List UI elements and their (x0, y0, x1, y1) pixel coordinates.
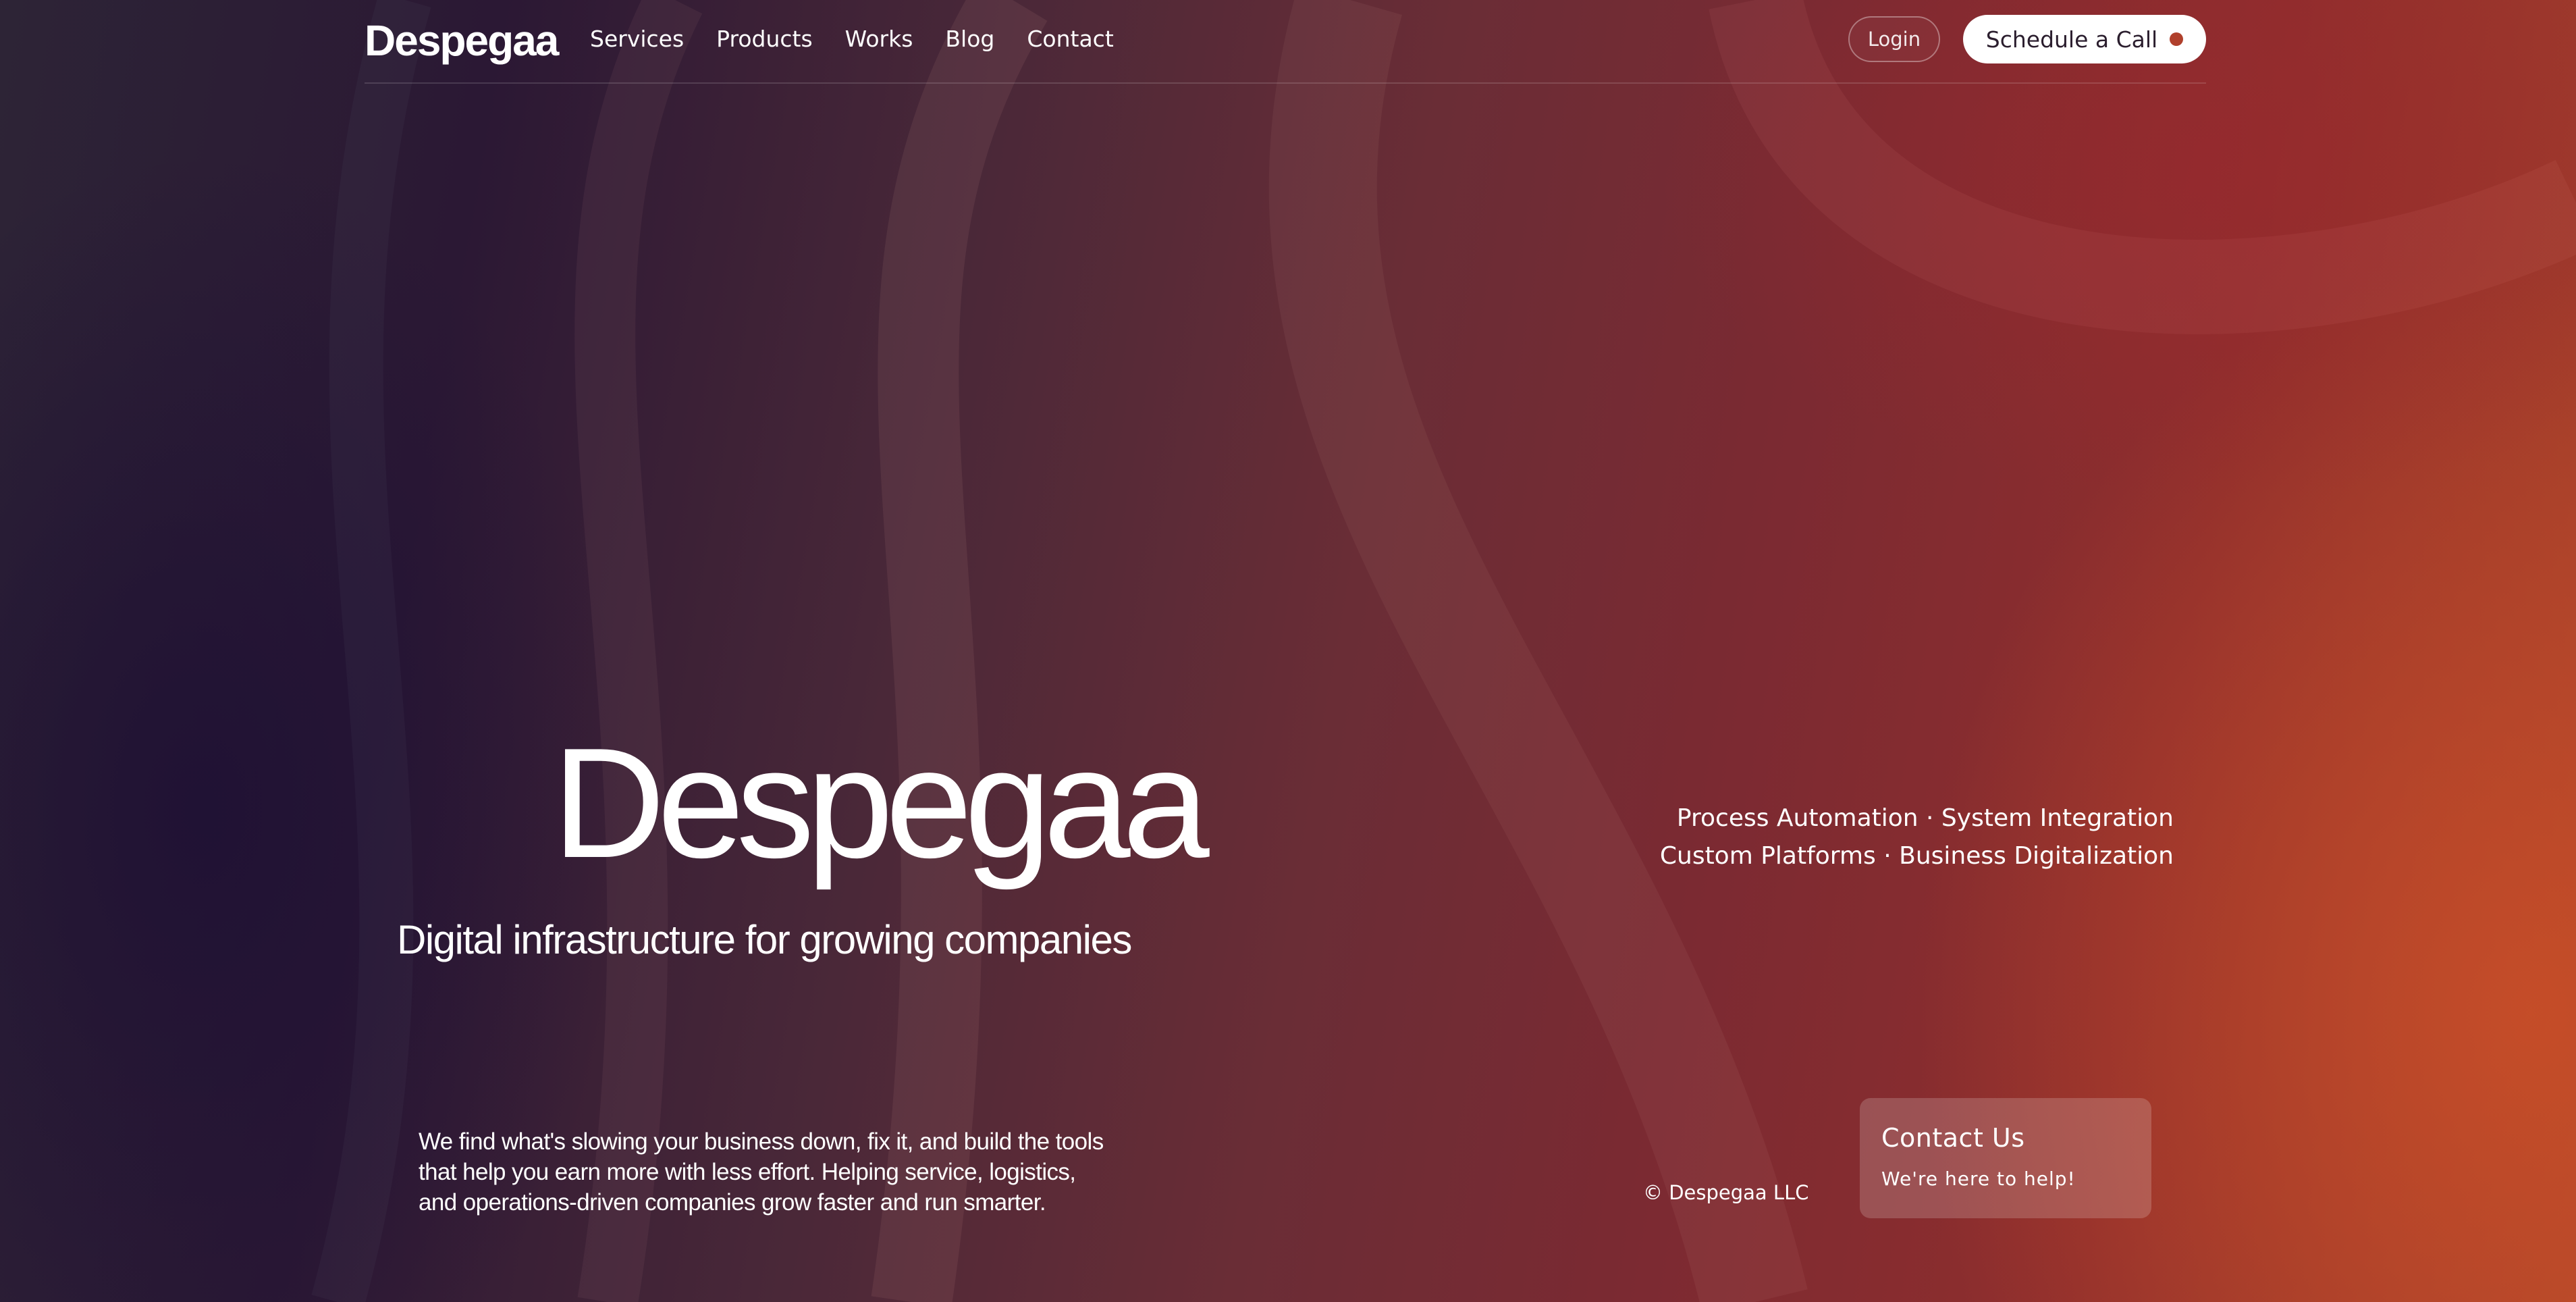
nav-link-services[interactable]: Services (590, 22, 684, 57)
contact-widget-subtitle: We're here to help! (1881, 1168, 2076, 1190)
hero-description: We find what's slowing your business dow… (419, 1126, 1148, 1218)
description-line: We find what's slowing your business dow… (419, 1128, 1104, 1155)
hero-title: Despegaa (552, 716, 1210, 891)
nav-link-products[interactable]: Products (716, 22, 813, 57)
top-navigation: Despegaa Services Products Works Blog Co… (365, 0, 2206, 84)
services-list: Process Automation · System Integration … (1660, 800, 2174, 875)
nav-link-works[interactable]: Works (845, 22, 913, 57)
logo[interactable]: Despegaa (365, 14, 559, 68)
page: Despegaa Services Products Works Blog Co… (0, 0, 2576, 1302)
services-line: Custom Platforms · Business Digitalizati… (1659, 842, 2174, 870)
schedule-call-label: Schedule a Call (1985, 26, 2158, 53)
contact-widget-title: Contact Us (1881, 1123, 2025, 1153)
contact-us-widget[interactable]: Contact Us We're here to help! (1860, 1098, 2151, 1218)
services-line: Process Automation · System Integration (1676, 804, 2174, 832)
background-swirl (311, 0, 2576, 1302)
description-line: that help you earn more with less effort… (419, 1159, 1076, 1185)
status-dot-icon (2170, 32, 2184, 46)
nav-link-contact[interactable]: Contact (1027, 22, 1113, 57)
login-button[interactable]: Login (1848, 16, 1940, 62)
nav-link-blog[interactable]: Blog (945, 22, 994, 57)
hero-subtitle: Digital infrastructure for growing compa… (397, 917, 1132, 962)
description-line: and operations-driven companies grow fas… (419, 1189, 1046, 1216)
nav-links: Services Products Works Blog Contact (590, 22, 1114, 57)
copyright: © Despegaa LLC (1643, 1181, 1809, 1204)
schedule-call-button[interactable]: Schedule a Call (1963, 15, 2206, 63)
